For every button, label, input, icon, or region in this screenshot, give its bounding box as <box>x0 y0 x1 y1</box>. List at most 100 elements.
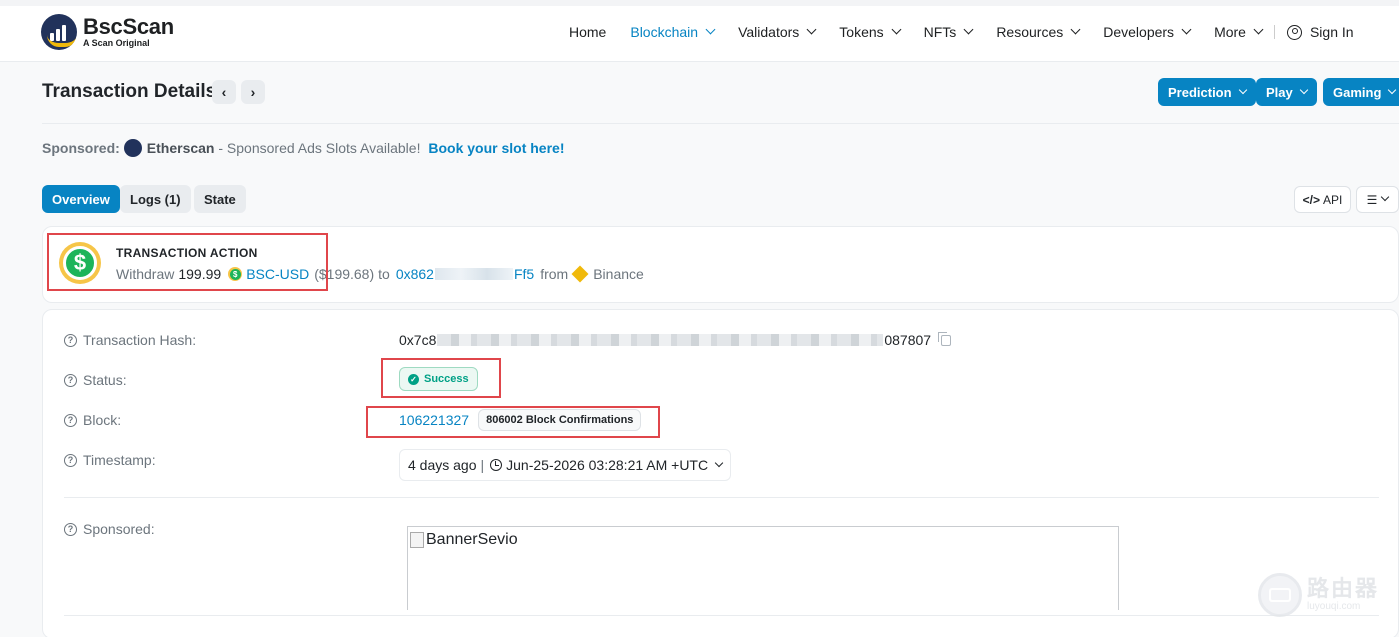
copy-icon[interactable] <box>938 331 952 346</box>
transaction-details-card: ? Transaction Hash: 0x7c8 087807 ? Statu… <box>42 309 1399 637</box>
list-check-icon: ☰ <box>1366 192 1378 207</box>
hash-suffix: 087807 <box>884 332 932 348</box>
etherscan-logo-icon <box>123 139 142 157</box>
bscscan-logo[interactable]: BscScan A Scan Original <box>41 14 174 50</box>
to-address-suffix: Ff5 <box>513 266 535 282</box>
play-button[interactable]: Play <box>1256 78 1317 106</box>
tab-logs[interactable]: Logs (1) <box>120 185 191 213</box>
nav-more[interactable]: More <box>1214 24 1264 40</box>
play-label: Play <box>1266 84 1293 100</box>
chevron-down-icon <box>1238 85 1247 94</box>
nav-tokens[interactable]: Tokens <box>839 24 902 40</box>
gaming-label: Gaming <box>1333 84 1382 100</box>
nav-blockchain[interactable]: Blockchain <box>630 24 716 40</box>
nav-home[interactable]: Home <box>569 24 606 40</box>
nav-more-label: More <box>1214 24 1246 40</box>
sponsored-label: Sponsored: <box>42 140 120 156</box>
sponsor-brand[interactable]: Etherscan <box>147 140 215 156</box>
sponsored-row-label: ? Sponsored: <box>64 521 155 537</box>
watermark: 路由器 luyouqi.com <box>1258 573 1379 617</box>
hash-prefix: 0x7c8 <box>399 332 437 348</box>
banner-alt-label: BannerSevio <box>426 531 518 548</box>
bscscan-logo-icon <box>41 14 77 50</box>
broken-image-icon <box>410 532 424 548</box>
chevron-down-icon <box>705 24 716 35</box>
to-address-prefix: 0x862 <box>395 266 434 282</box>
chevron-down-icon <box>1381 192 1390 202</box>
sign-in-link[interactable]: Sign In <box>1286 24 1354 40</box>
binance-icon <box>571 265 589 283</box>
nav-resources[interactable]: Resources <box>996 24 1081 40</box>
sponsored-banner[interactable]: BannerSevio <box>407 526 1119 610</box>
transaction-hash-value: 0x7c8 087807 <box>399 331 952 348</box>
hash-label: Transaction Hash: <box>83 332 197 348</box>
nav-home-label: Home <box>569 24 607 40</box>
highlight-box-action <box>47 233 328 291</box>
timestamp-value: 4 days ago | Jun-25-2026 03:28:21 AM +UT… <box>399 449 732 481</box>
chevron-down-icon <box>1253 24 1264 35</box>
tab-state[interactable]: State <box>194 185 246 213</box>
to-address-link[interactable]: 0x862 Ff5 <box>396 266 534 282</box>
chevron-down-icon <box>714 458 724 467</box>
chevron-down-icon <box>1299 85 1308 94</box>
view-options-button[interactable]: ☰ <box>1356 186 1399 213</box>
tab-logs-label: Logs (1) <box>130 191 181 207</box>
highlight-box-block <box>366 406 660 438</box>
timestamp-separator: | <box>480 457 485 473</box>
timestamp-full: Jun-25-2026 03:28:21 AM +UTC <box>506 457 709 473</box>
prediction-button[interactable]: Prediction <box>1158 78 1256 106</box>
timestamp-age: 4 days ago <box>408 457 477 473</box>
banner-alt-text: BannerSevio <box>410 531 518 549</box>
page-title: Transaction Details <box>42 81 217 102</box>
nav-validators[interactable]: Validators <box>738 24 817 40</box>
from-name: Binance <box>593 266 644 282</box>
nav-nfts-label: NFTs <box>923 24 957 40</box>
chevron-down-icon <box>806 24 817 35</box>
timestamp-dropdown[interactable]: 4 days ago | Jun-25-2026 03:28:21 AM +UT… <box>399 449 732 481</box>
top-strip <box>0 0 1399 6</box>
question-circle-icon: ? <box>64 453 77 467</box>
gaming-button[interactable]: Gaming <box>1323 78 1399 106</box>
main-nav: Home Blockchain Validators Tokens NFTs R… <box>569 24 1354 40</box>
chevron-down-icon <box>1181 24 1192 35</box>
nav-resources-label: Resources <box>996 24 1064 40</box>
tab-state-label: State <box>204 191 236 207</box>
chevron-right-icon: › <box>250 84 256 100</box>
chevron-down-icon <box>963 24 974 35</box>
tab-overview[interactable]: Overview <box>42 185 120 213</box>
chevron-left-icon: ‹ <box>221 84 227 100</box>
nav-nfts[interactable]: NFTs <box>923 24 974 40</box>
question-circle-icon: ? <box>64 333 77 347</box>
prev-transaction-button[interactable]: ‹ <box>212 80 236 104</box>
block-row-label: ? Block: <box>64 412 121 428</box>
nav-blockchain-label: Blockchain <box>630 24 699 40</box>
nav-divider <box>1273 25 1275 39</box>
divider <box>64 497 1379 498</box>
router-logo-icon <box>1258 573 1302 617</box>
sign-in-label: Sign In <box>1309 24 1354 40</box>
block-label: Block: <box>83 412 122 428</box>
sponsored-bar: Sponsored: Etherscan - Sponsored Ads Slo… <box>42 139 565 157</box>
question-circle-icon: ? <box>64 413 77 427</box>
api-button[interactable]: </> API <box>1294 186 1351 213</box>
logo-subtitle: A Scan Original <box>83 37 150 48</box>
code-icon: </> <box>1302 192 1320 207</box>
top-navbar: BscScan A Scan Original Home Blockchain … <box>0 0 1399 62</box>
logo-title: BscScan <box>83 13 174 39</box>
hash-row-label: ? Transaction Hash: <box>64 332 196 348</box>
status-row-label: ? Status: <box>64 372 127 388</box>
tab-overview-label: Overview <box>52 191 110 207</box>
user-circle-icon <box>1286 24 1302 40</box>
question-circle-icon: ? <box>64 373 77 387</box>
nav-developers[interactable]: Developers <box>1103 24 1192 40</box>
api-label: API <box>1323 192 1343 207</box>
timestamp-row-label: ? Timestamp: <box>64 452 156 468</box>
action-to-word: to <box>378 266 390 282</box>
chevron-down-icon <box>1388 85 1397 94</box>
watermark-text: 路由器 <box>1307 576 1380 601</box>
divider <box>42 123 1399 124</box>
status-label: Status: <box>83 372 127 388</box>
book-slot-link[interactable]: Book your slot here! <box>428 140 564 156</box>
nav-developers-label: Developers <box>1103 24 1175 40</box>
next-transaction-button[interactable]: › <box>241 80 265 104</box>
